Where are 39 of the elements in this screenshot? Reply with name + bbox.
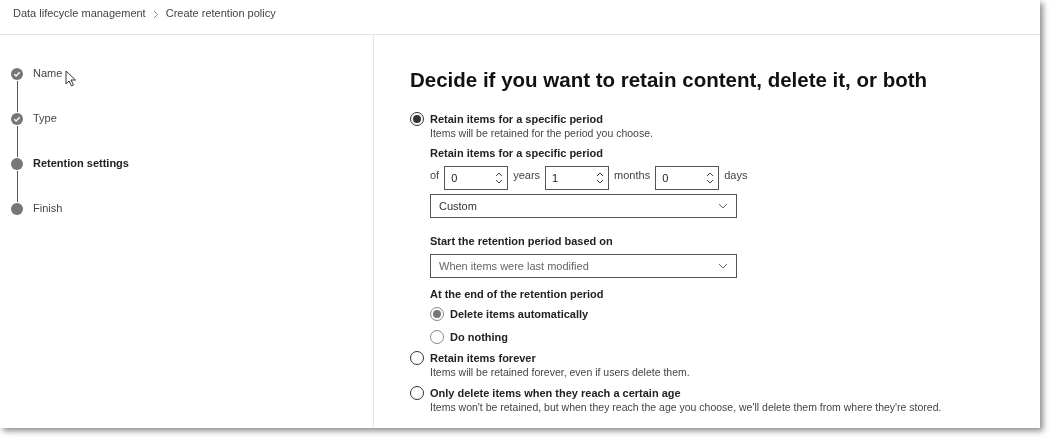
field-label: Start the retention period based on <box>430 234 614 248</box>
option-label: Only delete items when they reach a certain age <box>430 386 682 400</box>
step-label: Name <box>33 67 63 79</box>
radio-button[interactable] <box>410 386 424 400</box>
radio-label: Delete items automatically <box>450 308 589 320</box>
dropdown[interactable]: When items were last modified <box>430 254 737 278</box>
unit-label: years <box>513 169 541 181</box>
option-label: Retain items for a specific period <box>430 112 604 126</box>
number-spinner[interactable]: 0 <box>655 166 720 190</box>
option-description: Items will be retained for the period you choose. <box>430 126 654 140</box>
breadcrumb-link[interactable]: Create retention policy <box>165 7 276 19</box>
field-label: At the end of the retention period <box>430 287 605 301</box>
option-description: Items won't be retained, but when they reach the age you choose, we'll delete them from where they're stored. <box>430 400 942 414</box>
chevron-down-icon <box>718 203 728 209</box>
radio-button[interactable] <box>410 351 424 365</box>
field-label: of <box>430 169 440 181</box>
page-heading: Decide if you want to retain content, delete it, or both <box>410 68 929 92</box>
option-description: Items will be retained forever, even if users delete them. <box>430 365 690 379</box>
chevron-right-icon <box>152 10 159 19</box>
number-spinner[interactable]: 1 <box>545 166 610 190</box>
field-label: Retain items for a specific period <box>430 146 604 160</box>
radio-selected[interactable] <box>430 307 444 321</box>
radio-selected[interactable] <box>410 112 424 126</box>
option-label: Retain items forever <box>430 351 537 365</box>
breadcrumb-link[interactable]: Data lifecycle management <box>13 7 146 19</box>
cursor-icon <box>65 70 77 87</box>
step-label: Retention settings <box>33 157 129 169</box>
radio-label: Do nothing <box>450 331 509 343</box>
unit-label: months <box>614 169 651 181</box>
step-label: Finish <box>33 202 63 214</box>
unit-label: days <box>724 169 748 181</box>
dropdown[interactable]: Custom <box>430 194 737 218</box>
up-down-arrows-icon[interactable] <box>706 170 715 186</box>
up-down-arrows-icon[interactable] <box>596 170 605 186</box>
radio-button[interactable] <box>430 330 444 344</box>
step-label: Type <box>33 112 57 124</box>
number-spinner[interactable]: 0 <box>444 166 509 190</box>
chevron-down-icon <box>718 263 728 269</box>
up-down-arrows-icon[interactable] <box>495 170 504 186</box>
